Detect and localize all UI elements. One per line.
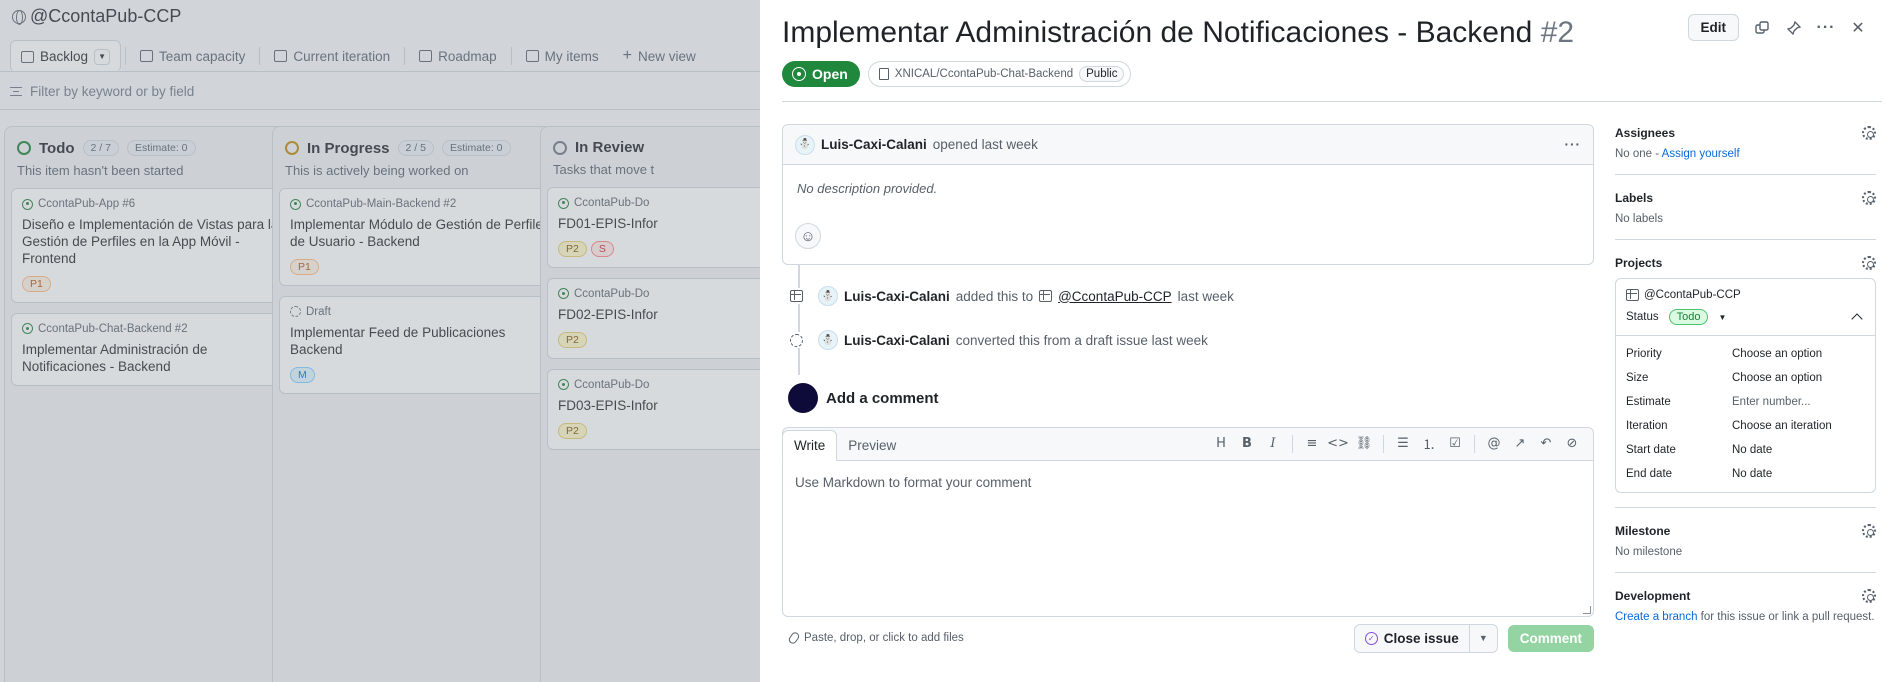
- comment-body: No description provided.: [797, 181, 938, 196]
- check-circle-icon: ✓: [1364, 631, 1378, 645]
- issue-metadata-sidebar: Assignees No one - Assign yourself Label…: [1615, 126, 1876, 653]
- issue-title: Implementar Administración de Notificaci…: [782, 16, 1575, 49]
- gear-icon[interactable]: [1862, 191, 1876, 205]
- comment-editor: Write Preview H B I ≡ <> ⛓ ☰ ⒈ ☑ @ ↗ ↶ ⊘: [782, 427, 1594, 617]
- assignees-section: Assignees No one - Assign yourself: [1615, 126, 1876, 175]
- bulleted-list-icon[interactable]: ☰: [1390, 436, 1416, 451]
- tab-preview[interactable]: Preview: [837, 431, 907, 460]
- timeline-line: [798, 265, 800, 375]
- close-issue-button-group: ✓ Close issue ▼: [1353, 623, 1498, 653]
- project-link[interactable]: @CcontaPub-CCP: [1058, 289, 1172, 304]
- comment-textarea[interactable]: Use Markdown to format your comment: [783, 461, 1593, 504]
- gear-icon[interactable]: [1862, 589, 1876, 603]
- heading-icon[interactable]: H: [1208, 436, 1234, 451]
- add-comment-heading: Add a comment: [788, 383, 939, 413]
- reply-icon[interactable]: ↶: [1533, 436, 1559, 451]
- field-size[interactable]: Size Choose an option: [1616, 366, 1875, 390]
- field-priority[interactable]: Priority Choose an option: [1616, 342, 1875, 366]
- tab-write[interactable]: Write: [782, 430, 838, 461]
- project-table-icon: [1039, 290, 1053, 302]
- issue-description-comment: ⛄ Luis-Caxi-Calani opened last week ··· …: [782, 124, 1594, 265]
- editor-footer: Paste, drop, or click to add files ✓ Clo…: [782, 623, 1594, 653]
- timeline-event: ⛄ Luis-Caxi-Calani added this to @Cconta…: [788, 286, 1234, 306]
- avatar: ⛄: [818, 330, 838, 350]
- modal-backdrop[interactable]: [0, 0, 760, 682]
- avatar: [788, 383, 818, 413]
- development-section: Development Create a branch for this iss…: [1615, 589, 1876, 623]
- project-link[interactable]: @CcontaPub-CCP: [1644, 289, 1741, 301]
- gear-icon[interactable]: [1862, 126, 1876, 140]
- slash-commands-icon[interactable]: ⊘: [1559, 436, 1585, 451]
- attach-files-button[interactable]: Paste, drop, or click to add files: [782, 630, 964, 646]
- code-icon[interactable]: <>: [1325, 436, 1351, 451]
- edit-button[interactable]: Edit: [1687, 14, 1739, 41]
- create-branch-link[interactable]: Create a branch: [1615, 611, 1697, 623]
- visibility-badge: Public: [1079, 66, 1125, 82]
- projects-section: Projects @CcontaPub-CCP Status Todo ▼ Pr…: [1615, 256, 1876, 508]
- project-card: @CcontaPub-CCP Status Todo ▼ Priority Cho…: [1615, 278, 1876, 493]
- chevron-down-icon[interactable]: ▼: [1718, 313, 1726, 322]
- italic-icon[interactable]: I: [1260, 436, 1286, 451]
- close-issue-button[interactable]: ✓ Close issue: [1355, 625, 1469, 652]
- resize-handle-icon[interactable]: [1583, 606, 1591, 614]
- field-end-date[interactable]: End date No date: [1616, 462, 1875, 486]
- avatar: ⛄: [818, 286, 838, 306]
- repository-link[interactable]: XNICAL/CcontaPub-Chat-Backend Public: [867, 61, 1132, 87]
- field-iteration[interactable]: Iteration Choose an iteration: [1616, 414, 1875, 438]
- project-table-icon: [1626, 289, 1639, 301]
- comment-button[interactable]: Comment: [1507, 624, 1594, 652]
- gear-icon[interactable]: [1862, 524, 1876, 538]
- comment-menu-icon[interactable]: ···: [1565, 137, 1582, 152]
- draft-icon: [789, 333, 803, 347]
- repo-icon: [878, 68, 889, 80]
- close-icon[interactable]: ✕: [1849, 19, 1867, 37]
- status-badge: Open: [782, 61, 860, 87]
- pin-icon[interactable]: [1785, 19, 1803, 37]
- task-list-icon[interactable]: ☑: [1442, 436, 1468, 451]
- project-table-icon: [789, 290, 803, 302]
- issue-state-row: Open XNICAL/CcontaPub-Chat-Backend Publi…: [782, 61, 1132, 87]
- gear-icon[interactable]: [1862, 256, 1876, 270]
- issue-number: #2: [1540, 16, 1575, 49]
- assign-yourself-link[interactable]: Assign yourself: [1662, 148, 1740, 160]
- comment-timestamp: opened last week: [932, 137, 1038, 152]
- copy-link-icon[interactable]: [1753, 19, 1771, 37]
- chevron-up-icon[interactable]: [1851, 313, 1863, 325]
- status-select[interactable]: Todo: [1668, 309, 1709, 325]
- close-options-caret-icon[interactable]: ▼: [1468, 624, 1497, 652]
- avatar: ⛄: [795, 134, 815, 155]
- labels-section: Labels No labels: [1615, 191, 1876, 240]
- add-reaction-smiley-icon[interactable]: ☺: [795, 223, 821, 249]
- numbered-list-icon[interactable]: ⒈: [1416, 434, 1442, 453]
- paperclip-icon: [787, 630, 801, 646]
- milestone-section: Milestone No milestone: [1615, 524, 1876, 573]
- link-icon[interactable]: ⛓: [1351, 436, 1377, 451]
- open-issue-icon: [792, 67, 806, 81]
- field-start-date[interactable]: Start date No date: [1616, 438, 1875, 462]
- more-options-icon[interactable]: ···: [1817, 19, 1835, 37]
- field-estimate[interactable]: Estimate Enter number...: [1616, 390, 1875, 414]
- cross-reference-icon[interactable]: ↗: [1507, 436, 1533, 451]
- bold-icon[interactable]: B: [1234, 436, 1260, 451]
- markdown-toolbar: H B I ≡ <> ⛓ ☰ ⒈ ☑ @ ↗ ↶ ⊘: [1208, 427, 1593, 460]
- panel-header-actions: Edit ··· ✕: [1687, 14, 1868, 41]
- quote-icon[interactable]: ≡: [1299, 436, 1325, 451]
- issue-side-panel: Implementar Administración de Notificaci…: [760, 0, 1885, 682]
- comment-author[interactable]: Luis-Caxi-Calani: [821, 137, 927, 152]
- timeline-event: ⛄ Luis-Caxi-Calani converted this from a…: [788, 330, 1208, 350]
- mention-icon[interactable]: @: [1481, 436, 1507, 451]
